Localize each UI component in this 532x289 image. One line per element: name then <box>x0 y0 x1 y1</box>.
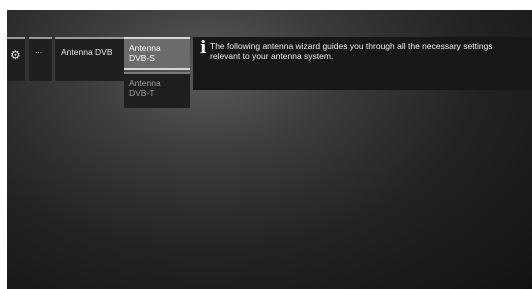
breadcrumb-settings[interactable]: ⚙ <box>7 37 25 81</box>
menu-item-label-line1: Antenna <box>129 78 161 88</box>
menu-item-antenna-dvb-t[interactable]: Antenna DVB-T <box>124 72 190 108</box>
tv-screen: ⚙ ... Antenna DVB Antenna DVB-S Antenna … <box>7 10 532 289</box>
breadcrumb-more[interactable]: ... <box>29 37 52 81</box>
breadcrumb-antenna-dvb[interactable]: Antenna DVB <box>55 37 124 81</box>
info-panel: i The following antenna wizard guides yo… <box>193 37 532 90</box>
breadcrumb-more-label: ... <box>35 45 43 55</box>
menu-item-antenna-dvb-s[interactable]: Antenna DVB-S <box>124 37 190 70</box>
gear-icon: ⚙ <box>10 48 21 62</box>
info-text: The following antenna wizard guides you … <box>210 41 493 61</box>
menu-item-label-line2: DVB-S <box>129 53 155 63</box>
antenna-type-menu: Antenna DVB-S Antenna DVB-T <box>124 37 190 108</box>
menu-item-label-line2: DVB-T <box>129 88 155 98</box>
breadcrumb-antenna-label: Antenna DVB <box>61 47 113 57</box>
menu-item-label-line1: Antenna <box>129 43 161 53</box>
